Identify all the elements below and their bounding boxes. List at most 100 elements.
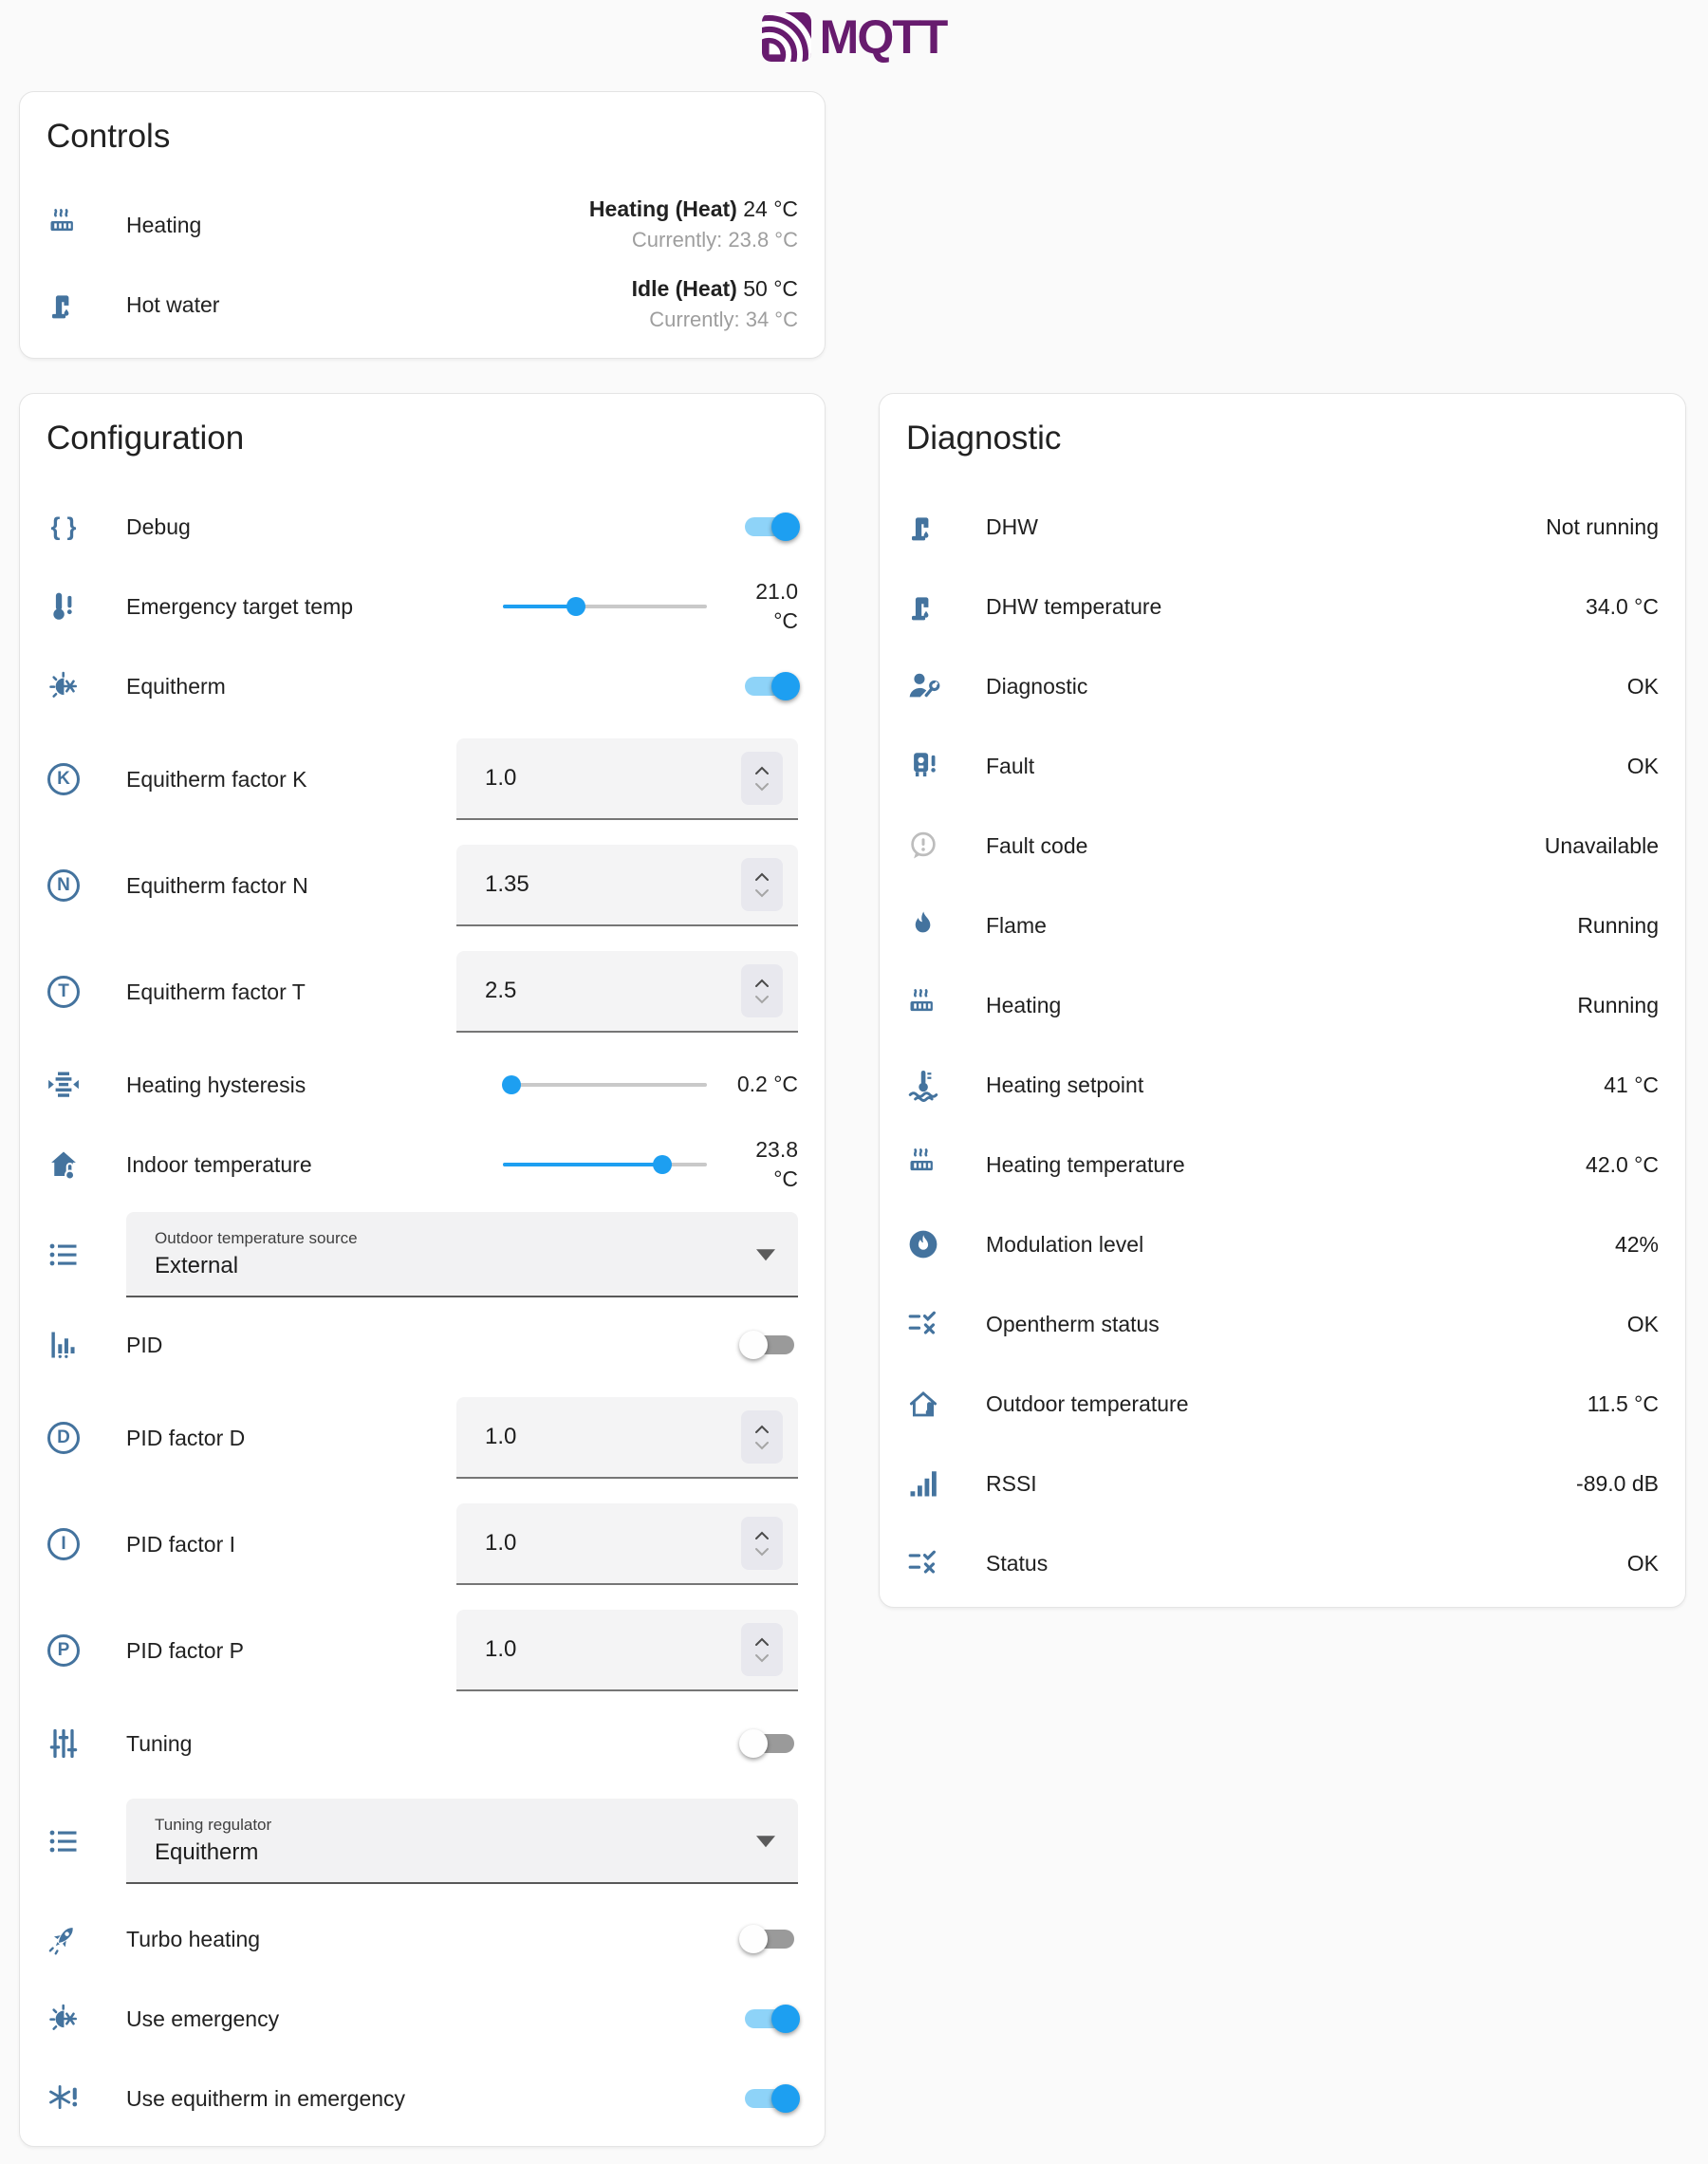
alpha-d-circle-icon: D [47, 1422, 80, 1454]
config-row-heating-hysteresis[interactable]: Heating hysteresis 0.2 °C [46, 1045, 798, 1125]
use-emergency-toggle[interactable] [741, 2003, 798, 2035]
sensor-value: Not running [1546, 514, 1659, 540]
format-list-bulleted-icon [46, 1238, 81, 1272]
mqtt-logo-icon [762, 12, 811, 62]
pid-factor-i-input[interactable]: 1.0 [456, 1503, 798, 1585]
config-row-equitherm[interactable]: Equitherm [46, 646, 798, 726]
diagnostic-row-dhw[interactable]: DHW Not running [906, 487, 1659, 567]
slider-thumb[interactable] [566, 597, 585, 616]
format-list-bulleted-icon [46, 1824, 81, 1858]
diagnostic-row-dhw-temperature[interactable]: DHW temperature 34.0 °C [906, 567, 1659, 646]
alpha-n-circle-icon: N [47, 869, 80, 902]
slider-value: 23.8 °C [730, 1135, 798, 1194]
diagnostic-row-heating-temperature[interactable]: Heating temperature 42.0 °C [906, 1125, 1659, 1204]
config-row-pid-factor-p[interactable]: P PID factor P 1.0 [46, 1597, 798, 1704]
climate-target: 50 °C [743, 276, 798, 301]
diagnostic-row-diagnostic[interactable]: Diagnostic OK [906, 646, 1659, 726]
sensor-value: OK [1627, 1551, 1659, 1576]
config-row-tuning[interactable]: Tuning [46, 1704, 798, 1783]
water-boiler-alert-icon [906, 749, 940, 783]
diagnostic-row-modulation-level[interactable]: Modulation level 42% [906, 1204, 1659, 1284]
diagnostic-row-flame[interactable]: Flame Running [906, 886, 1659, 965]
alpha-k-circle-icon: K [47, 763, 80, 795]
heating-hysteresis-slider[interactable] [503, 1069, 707, 1101]
radiator-icon [906, 988, 940, 1022]
stepper-buttons[interactable] [741, 964, 783, 1017]
climate-target: 24 °C [743, 196, 798, 221]
gas-burner-icon [906, 1227, 940, 1261]
config-row-pid-factor-i[interactable]: I PID factor I 1.0 [46, 1491, 798, 1597]
config-row-tuning-regulator[interactable]: Tuning regulator Equitherm [46, 1783, 798, 1899]
equitherm-factor-t-input[interactable]: 2.5 [456, 951, 798, 1033]
config-row-turbo-heating[interactable]: Turbo heating [46, 1899, 798, 1979]
control-row-hot-water[interactable]: Hot water Idle (Heat) 50 °C Currently: 3… [46, 265, 798, 345]
diagnostic-card: Diagnostic DHW Not running DHW temperatu… [879, 393, 1686, 1608]
diagnostic-row-heating-setpoint[interactable]: Heating setpoint 41 °C [906, 1045, 1659, 1125]
dropdown-caret-icon [756, 1836, 775, 1847]
water-tap-icon [46, 288, 81, 322]
config-row-debug[interactable]: Debug [46, 487, 798, 567]
tuning-regulator-select[interactable]: Tuning regulator Equitherm [126, 1799, 798, 1884]
equitherm-factor-n-input[interactable]: 1.35 [456, 845, 798, 926]
thermometer-water-icon [906, 1068, 940, 1102]
stepper-buttons[interactable] [741, 1517, 783, 1570]
outdoor-temperature-source-select[interactable]: Outdoor temperature source External [126, 1212, 798, 1297]
debug-toggle[interactable] [741, 511, 798, 543]
diagnostic-row-opentherm-status[interactable]: Opentherm status OK [906, 1284, 1659, 1364]
stepper-buttons[interactable] [741, 1623, 783, 1676]
config-row-emergency-target-temp[interactable]: Emergency target temp 21.0 °C [46, 567, 798, 646]
control-row-heating[interactable]: Heating Heating (Heat) 24 °C Currently: … [46, 185, 798, 265]
fire-icon [906, 908, 940, 942]
equitherm-toggle[interactable] [741, 670, 798, 702]
diagnostic-row-rssi[interactable]: RSSI -89.0 dB [906, 1444, 1659, 1523]
stepper-buttons[interactable] [741, 1410, 783, 1464]
climate-state: Heating (Heat) 24 °C Currently: 23.8 °C [589, 196, 798, 253]
device-page: MQTT Controls Heating Heating (Heat) 24 … [0, 0, 1708, 2164]
pid-toggle[interactable] [741, 1329, 798, 1361]
slider-thumb[interactable] [653, 1155, 672, 1174]
account-wrench-icon [906, 669, 940, 703]
diagnostic-row-fault-code[interactable]: Fault code Unavailable [906, 806, 1659, 886]
signal-icon [906, 1466, 940, 1501]
indoor-temperature-slider[interactable] [503, 1148, 707, 1181]
sensor-value: -89.0 dB [1576, 1471, 1659, 1497]
stepper-buttons[interactable] [741, 752, 783, 805]
use-equitherm-in-emergency-toggle[interactable] [741, 2082, 798, 2115]
sensor-value: Running [1577, 913, 1659, 939]
diagnostic-row-heating[interactable]: Heating Running [906, 965, 1659, 1045]
turbo-heating-toggle[interactable] [741, 1923, 798, 1955]
equitherm-factor-k-input[interactable]: 1.0 [456, 738, 798, 820]
emergency-target-temp-slider[interactable] [503, 590, 707, 623]
controls-title: Controls [46, 117, 798, 157]
sensor-value: 41 °C [1604, 1073, 1659, 1098]
diagnostic-row-status[interactable]: Status OK [906, 1523, 1659, 1603]
diagnostic-row-fault[interactable]: Fault OK [906, 726, 1659, 806]
config-row-equitherm-factor-k[interactable]: K Equitherm factor K 1.0 [46, 726, 798, 832]
config-row-equitherm-factor-n[interactable]: N Equitherm factor N 1.35 [46, 832, 798, 939]
diagnostic-row-outdoor-temperature[interactable]: Outdoor temperature 11.5 °C [906, 1364, 1659, 1444]
config-row-use-equitherm-in-emergency[interactable]: Use equitherm in emergency [46, 2059, 798, 2138]
rocket-launch-icon [46, 1922, 81, 1956]
sensor-value: 42.0 °C [1586, 1152, 1659, 1178]
config-row-pid[interactable]: PID [46, 1305, 798, 1385]
code-braces-icon [46, 510, 81, 544]
pid-factor-p-input[interactable]: 1.0 [456, 1610, 798, 1691]
pid-factor-d-input[interactable]: 1.0 [456, 1397, 798, 1479]
horizontal-align-center-icon [46, 1068, 81, 1102]
chart-histogram-icon [46, 1328, 81, 1362]
config-row-equitherm-factor-t[interactable]: T Equitherm factor T 2.5 [46, 939, 798, 1045]
thermometer-alert-icon [46, 589, 81, 624]
climate-mode: Idle (Heat) [632, 276, 737, 301]
slider-thumb[interactable] [502, 1075, 521, 1094]
config-row-indoor-temperature[interactable]: Indoor temperature 23.8 °C [46, 1125, 798, 1204]
stepper-buttons[interactable] [741, 858, 783, 911]
list-status-icon [906, 1546, 940, 1580]
tuning-toggle[interactable] [741, 1727, 798, 1760]
sensor-value: OK [1627, 674, 1659, 700]
config-row-pid-factor-d[interactable]: D PID factor D 1.0 [46, 1385, 798, 1491]
config-row-outdoor-temperature-source[interactable]: Outdoor temperature source External [46, 1204, 798, 1305]
config-row-use-emergency[interactable]: Use emergency [46, 1979, 798, 2059]
diagnostic-title: Diagnostic [906, 419, 1659, 458]
water-tap-icon [906, 589, 940, 624]
sensor-value: 42% [1615, 1232, 1659, 1258]
